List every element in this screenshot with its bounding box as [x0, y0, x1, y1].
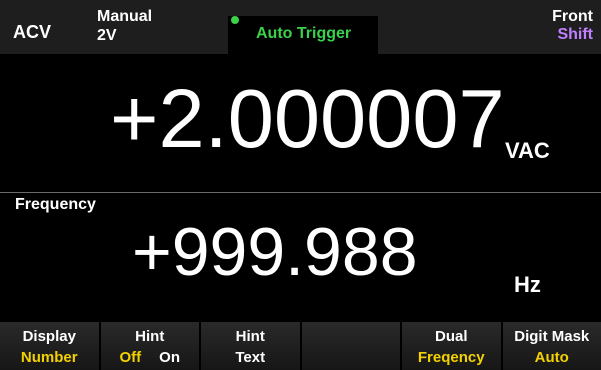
status-bar: ACV Manual 2V Auto Trigger Front Shift [0, 0, 601, 54]
hint-option-on: On [159, 349, 180, 366]
softkey-dual[interactable]: Dual Freqency [402, 322, 503, 370]
hint-option-off: Off [119, 349, 142, 366]
range-mode: Manual [97, 8, 153, 25]
range-value: 2V [97, 27, 117, 44]
secondary-label: Frequency [15, 196, 96, 213]
shift-indicator: Shift [557, 26, 593, 43]
softkey-hint-text[interactable]: Hint Text [201, 322, 302, 370]
softkey-options: Off On [101, 349, 200, 366]
softkey-hint-toggle[interactable]: Hint Off On [100, 322, 201, 370]
trigger-status-dot-icon [231, 16, 239, 24]
softkey-value: Text [235, 349, 266, 366]
softkey-display[interactable]: Display Number [0, 322, 101, 370]
softkey-bar: Display Number Hint Off On Hint Text Dual… [0, 322, 601, 370]
softkey-label: Dual [434, 328, 468, 345]
softkey-label: Display [22, 328, 76, 345]
softkey-digit-mask[interactable]: Digit Mask Auto [502, 322, 601, 370]
softkey-label: Hint [235, 328, 265, 345]
multimeter-screen: ACV Manual 2V Auto Trigger Front Shift +… [0, 0, 601, 370]
secondary-reading: +999.988 [132, 214, 418, 290]
range-indicator: Manual 2V [97, 7, 152, 45]
softkey-label: Hint [135, 328, 165, 345]
softkey-value: Freqency [417, 349, 485, 366]
terminal-select: Front [552, 8, 593, 25]
display-divider [0, 192, 601, 193]
trigger-mode: Auto Trigger [256, 25, 352, 42]
softkey-empty[interactable] [301, 322, 402, 370]
secondary-unit: Hz [514, 272, 541, 297]
softkey-value: Auto [534, 349, 569, 366]
softkey-label: Digit Mask [514, 328, 590, 345]
primary-reading: +2.000007 [110, 72, 505, 165]
terminal-indicator: Front Shift [552, 8, 593, 44]
softkey-value: Number [20, 349, 78, 366]
primary-unit: VAC [505, 138, 550, 163]
measurement-function: ACV [13, 22, 52, 42]
trigger-indicator: Auto Trigger [228, 16, 378, 54]
